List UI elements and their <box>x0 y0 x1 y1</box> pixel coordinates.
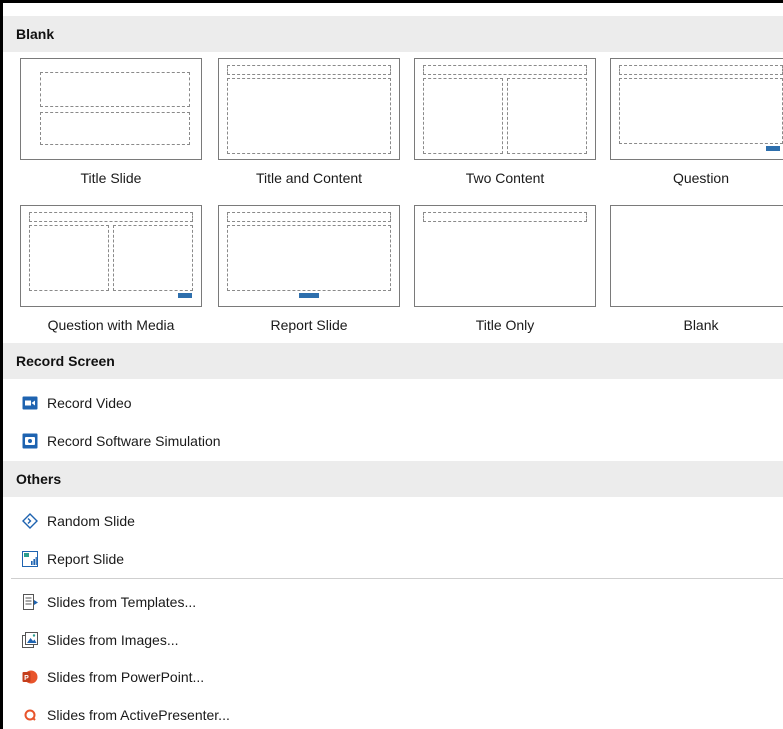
media-placeholder <box>29 225 109 291</box>
title-placeholder <box>619 65 783 75</box>
title-placeholder <box>227 65 391 75</box>
question-placeholder <box>619 78 783 144</box>
report-slide-label: Report Slide <box>47 551 125 567</box>
image-icon <box>22 632 38 648</box>
layout-label: Question with Media <box>47 317 175 333</box>
thumbnail-blank <box>610 205 783 307</box>
subtitle-placeholder <box>40 112 190 145</box>
slides-from-powerpoint-item[interactable]: P Slides from PowerPoint... <box>3 658 783 696</box>
thumbnail-report-slide <box>218 205 400 307</box>
record-software-simulation-label: Record Software Simulation <box>47 433 221 449</box>
left-content-placeholder <box>423 78 503 154</box>
powerpoint-icon: P <box>22 669 38 685</box>
question-placeholder <box>113 225 193 291</box>
layout-label: Two Content <box>465 170 545 186</box>
right-content-placeholder <box>507 78 587 154</box>
layout-label: Title and Content <box>255 170 363 186</box>
report-placeholder <box>227 225 391 291</box>
report-chart-icon <box>22 551 38 567</box>
layout-label: Blank <box>683 317 719 333</box>
random-slide-item[interactable]: Random Slide <box>3 502 783 540</box>
layout-label: Question <box>672 170 730 186</box>
slides-from-images-item[interactable]: Slides from Images... <box>3 621 783 659</box>
submit-button-badge <box>178 293 192 298</box>
title-placeholder <box>29 212 193 222</box>
section-header-others: Others <box>3 461 783 497</box>
activepresenter-icon <box>22 707 38 723</box>
title-placeholder <box>40 72 190 107</box>
slides-from-images-label: Slides from Images... <box>47 632 179 648</box>
report-slide-item[interactable]: Report Slide <box>3 540 783 578</box>
submit-button-badge <box>766 146 780 151</box>
svg-text:P: P <box>24 675 29 682</box>
diamond-icon <box>22 513 38 529</box>
thumbnail-question-with-media <box>20 205 202 307</box>
slides-from-powerpoint-label: Slides from PowerPoint... <box>47 669 205 685</box>
template-icon <box>22 594 38 610</box>
title-placeholder <box>423 65 587 75</box>
layout-label: Report Slide <box>270 317 348 333</box>
layout-label: Title Only <box>475 317 535 333</box>
title-placeholder <box>423 212 587 222</box>
slides-from-templates-item[interactable]: Slides from Templates... <box>3 583 783 621</box>
slides-from-templates-label: Slides from Templates... <box>47 594 197 610</box>
video-camera-icon <box>22 395 38 411</box>
thumbnail-title-slide <box>20 58 202 160</box>
record-video-item[interactable]: Record Video <box>3 384 783 422</box>
title-placeholder <box>227 212 391 222</box>
report-button-badge <box>299 293 319 298</box>
thumbnail-title-and-content <box>218 58 400 160</box>
record-software-simulation-item[interactable]: Record Software Simulation <box>3 422 783 460</box>
record-video-label: Record Video <box>47 395 132 411</box>
new-slide-dropdown-panel: Blank Title Slide Title and Content Two <box>0 0 783 729</box>
thumbnail-two-content <box>414 58 596 160</box>
thumbnail-question <box>610 58 783 160</box>
thumbnail-title-only <box>414 205 596 307</box>
section-header-record-screen: Record Screen <box>3 343 783 379</box>
random-slide-label: Random Slide <box>47 513 135 529</box>
layout-label: Title Slide <box>80 170 142 186</box>
screen-record-icon <box>22 433 38 449</box>
menu-divider <box>11 578 783 579</box>
section-header-blank: Blank <box>3 16 783 52</box>
slides-from-activepresenter-item[interactable]: Slides from ActivePresenter... <box>3 696 783 729</box>
slides-from-activepresenter-label: Slides from ActivePresenter... <box>47 707 230 723</box>
content-placeholder <box>227 78 391 154</box>
layout-gallery: Title Slide Title and Content Two Conten… <box>20 58 783 343</box>
